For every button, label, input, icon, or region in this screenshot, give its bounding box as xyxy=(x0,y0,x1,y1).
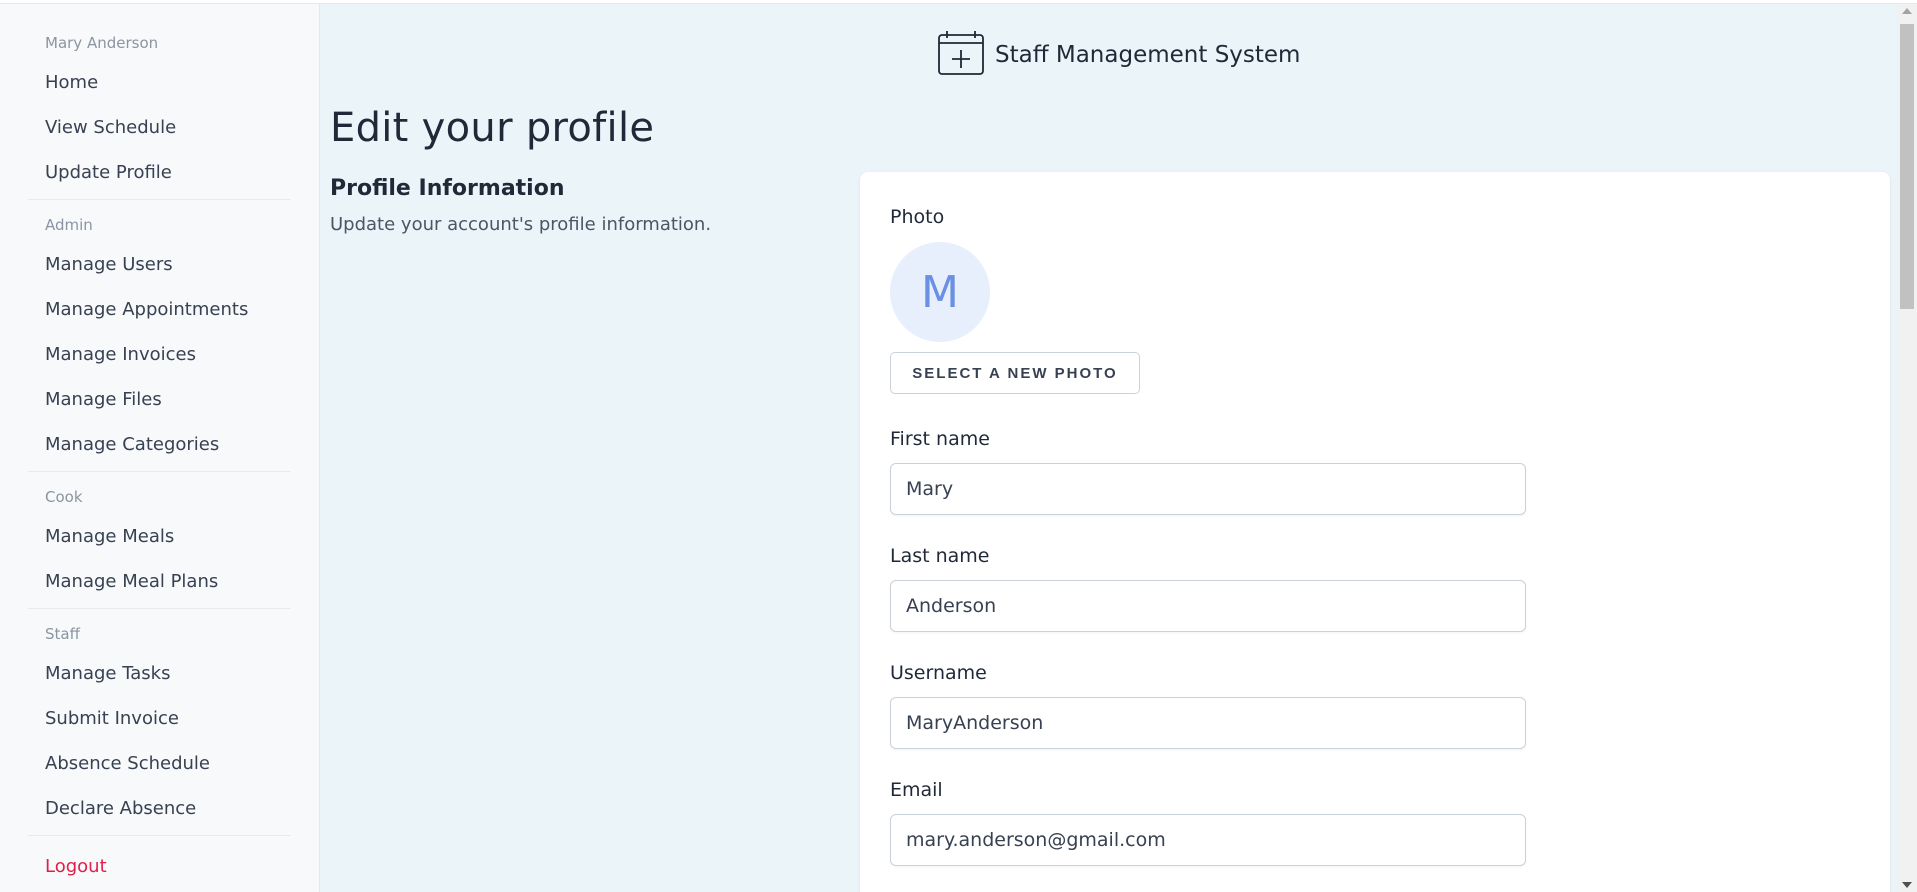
main-content: Staff Management System Edit your profil… xyxy=(320,4,1897,892)
select-new-photo-button[interactable]: SELECT A NEW PHOTO xyxy=(890,352,1140,394)
email-field[interactable] xyxy=(890,814,1526,866)
sidebar-item-submit-invoice[interactable]: Submit Invoice xyxy=(0,696,319,741)
sidebar-divider xyxy=(28,608,291,609)
sidebar-section-cook: Cook xyxy=(45,488,83,506)
scrollbar-thumb[interactable] xyxy=(1900,24,1914,309)
scroll-up-arrow-icon[interactable] xyxy=(1902,8,1912,14)
app-title: Staff Management System xyxy=(995,42,1301,68)
sidebar-item-manage-categories[interactable]: Manage Categories xyxy=(0,422,319,467)
page-title: Edit your profile xyxy=(330,105,655,151)
sidebar-item-update-profile[interactable]: Update Profile xyxy=(0,150,319,195)
first-name-label: First name xyxy=(890,428,990,450)
section-description: Update your account's profile informatio… xyxy=(330,214,712,235)
vertical-scrollbar[interactable] xyxy=(1897,4,1917,892)
username-field[interactable] xyxy=(890,697,1526,749)
avatar: M xyxy=(890,242,990,342)
sidebar-item-declare-absence[interactable]: Declare Absence xyxy=(0,786,319,831)
sidebar-user-name: Mary Anderson xyxy=(45,34,159,52)
sidebar-item-manage-users[interactable]: Manage Users xyxy=(0,242,319,287)
sidebar-item-manage-invoices[interactable]: Manage Invoices xyxy=(0,332,319,377)
logout-link[interactable]: Logout xyxy=(0,844,319,889)
sidebar-section-staff: Staff xyxy=(45,625,80,643)
sidebar-item-home[interactable]: Home xyxy=(0,60,319,105)
sidebar-item-manage-tasks[interactable]: Manage Tasks xyxy=(0,651,319,696)
sidebar-divider xyxy=(28,199,291,200)
sidebar-item-view-schedule[interactable]: View Schedule xyxy=(0,105,319,150)
sidebar-divider xyxy=(28,835,291,836)
sidebar-section-admin: Admin xyxy=(45,216,93,234)
photo-label: Photo xyxy=(890,206,945,228)
first-name-field[interactable] xyxy=(890,463,1526,515)
last-name-field[interactable] xyxy=(890,580,1526,632)
profile-form-card: Photo M SELECT A NEW PHOTO First name La… xyxy=(860,172,1890,892)
avatar-initial: M xyxy=(921,266,959,318)
username-label: Username xyxy=(890,662,987,684)
section-heading: Profile Information xyxy=(330,176,565,201)
calendar-plus-icon xyxy=(937,30,995,80)
app-header: Staff Management System xyxy=(937,30,1301,80)
last-name-label: Last name xyxy=(890,545,990,567)
sidebar-item-manage-meal-plans[interactable]: Manage Meal Plans xyxy=(0,559,319,604)
sidebar-item-manage-meals[interactable]: Manage Meals xyxy=(0,514,319,559)
sidebar: Mary Anderson Home View Schedule Update … xyxy=(0,4,320,892)
scroll-down-arrow-icon[interactable] xyxy=(1902,882,1912,888)
sidebar-item-manage-files[interactable]: Manage Files xyxy=(0,377,319,422)
sidebar-item-absence-schedule[interactable]: Absence Schedule xyxy=(0,741,319,786)
sidebar-item-manage-appointments[interactable]: Manage Appointments xyxy=(0,287,319,332)
email-label: Email xyxy=(890,779,943,801)
sidebar-divider xyxy=(28,471,291,472)
